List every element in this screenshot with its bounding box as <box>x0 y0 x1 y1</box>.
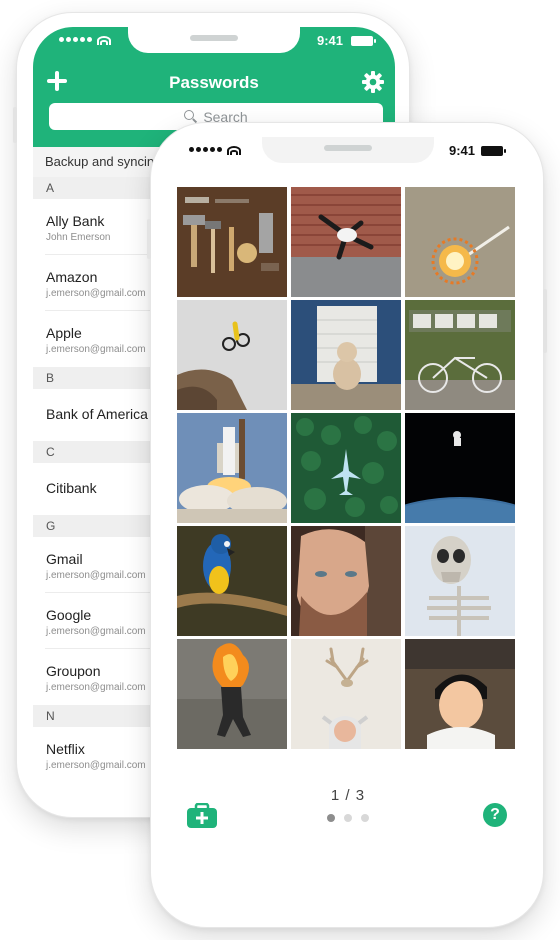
signal-icon <box>189 147 222 152</box>
account-subtitle: j.emerson@gmail.com <box>46 626 146 637</box>
status-bar: 9:41 <box>33 27 395 53</box>
page-dots <box>167 814 529 822</box>
battery-icon <box>481 146 506 156</box>
speaker-grille <box>190 35 238 41</box>
status-time: 9:41 <box>317 33 344 48</box>
stuffed-toy-photo[interactable] <box>291 300 401 410</box>
fire-stunt-photo[interactable] <box>177 639 287 749</box>
fire-flower-photo[interactable] <box>405 187 515 297</box>
gear-icon[interactable] <box>361 70 385 94</box>
help-button[interactable]: ? <box>483 803 507 827</box>
account-name: Google <box>46 607 92 623</box>
front-phone-frame: 9:41 1 / 3 ? <box>147 122 547 928</box>
notch <box>128 27 300 53</box>
search-icon <box>184 110 197 123</box>
power-button <box>543 289 547 353</box>
tools-photo[interactable] <box>177 187 287 297</box>
account-subtitle: John Emerson <box>46 232 111 243</box>
wifi-icon <box>227 144 241 155</box>
status-time: 9:41 <box>449 143 476 158</box>
page-dot-3[interactable] <box>361 814 369 822</box>
forest-plane-photo[interactable] <box>291 413 401 523</box>
account-name: Groupon <box>46 663 101 679</box>
skeleton-photo[interactable] <box>405 526 515 636</box>
account-subtitle: j.emerson@gmail.com <box>46 760 146 771</box>
page-title: Passwords <box>169 73 259 92</box>
work-bicycle-photo[interactable] <box>405 300 515 410</box>
jumper-photo[interactable] <box>291 187 401 297</box>
account-name: Citibank <box>46 480 97 496</box>
page-indicator: 1 / 3 <box>330 787 366 804</box>
antlers-man-photo[interactable] <box>291 639 401 749</box>
photo-grid-screen: 9:41 1 / 3 ? <box>167 137 529 913</box>
bike-jump-photo[interactable] <box>177 300 287 410</box>
status-bar: 9:41 <box>167 137 529 163</box>
account-name: Netflix <box>46 741 85 757</box>
page-dot-1[interactable] <box>327 814 335 822</box>
volume-button <box>147 219 151 259</box>
speaker-grille <box>324 145 372 151</box>
account-subtitle: j.emerson@gmail.com <box>46 570 146 581</box>
account-name: Gmail <box>46 551 83 567</box>
account-name: Apple <box>46 325 82 341</box>
account-name: Ally Bank <box>46 213 105 229</box>
wifi-icon <box>97 34 111 45</box>
rocket-launch-photo[interactable] <box>177 413 287 523</box>
child-portrait-photo[interactable] <box>405 639 515 749</box>
account-subtitle: j.emerson@gmail.com <box>46 682 146 693</box>
parrot-photo[interactable] <box>177 526 287 636</box>
page-dot-2[interactable] <box>344 814 352 822</box>
account-name: Bank of America <box>46 406 148 422</box>
battery-icon <box>351 36 376 46</box>
astronaut-earth-photo[interactable] <box>405 413 515 523</box>
signal-icon <box>59 37 92 42</box>
man-portrait-photo[interactable] <box>291 526 401 636</box>
photo-grid <box>177 187 515 751</box>
medkit-plus-icon[interactable] <box>186 803 218 829</box>
mute-switch <box>13 107 17 143</box>
account-subtitle: j.emerson@gmail.com <box>46 344 146 355</box>
account-name: Amazon <box>46 269 98 285</box>
account-subtitle: j.emerson@gmail.com <box>46 288 146 299</box>
notch <box>262 137 434 163</box>
